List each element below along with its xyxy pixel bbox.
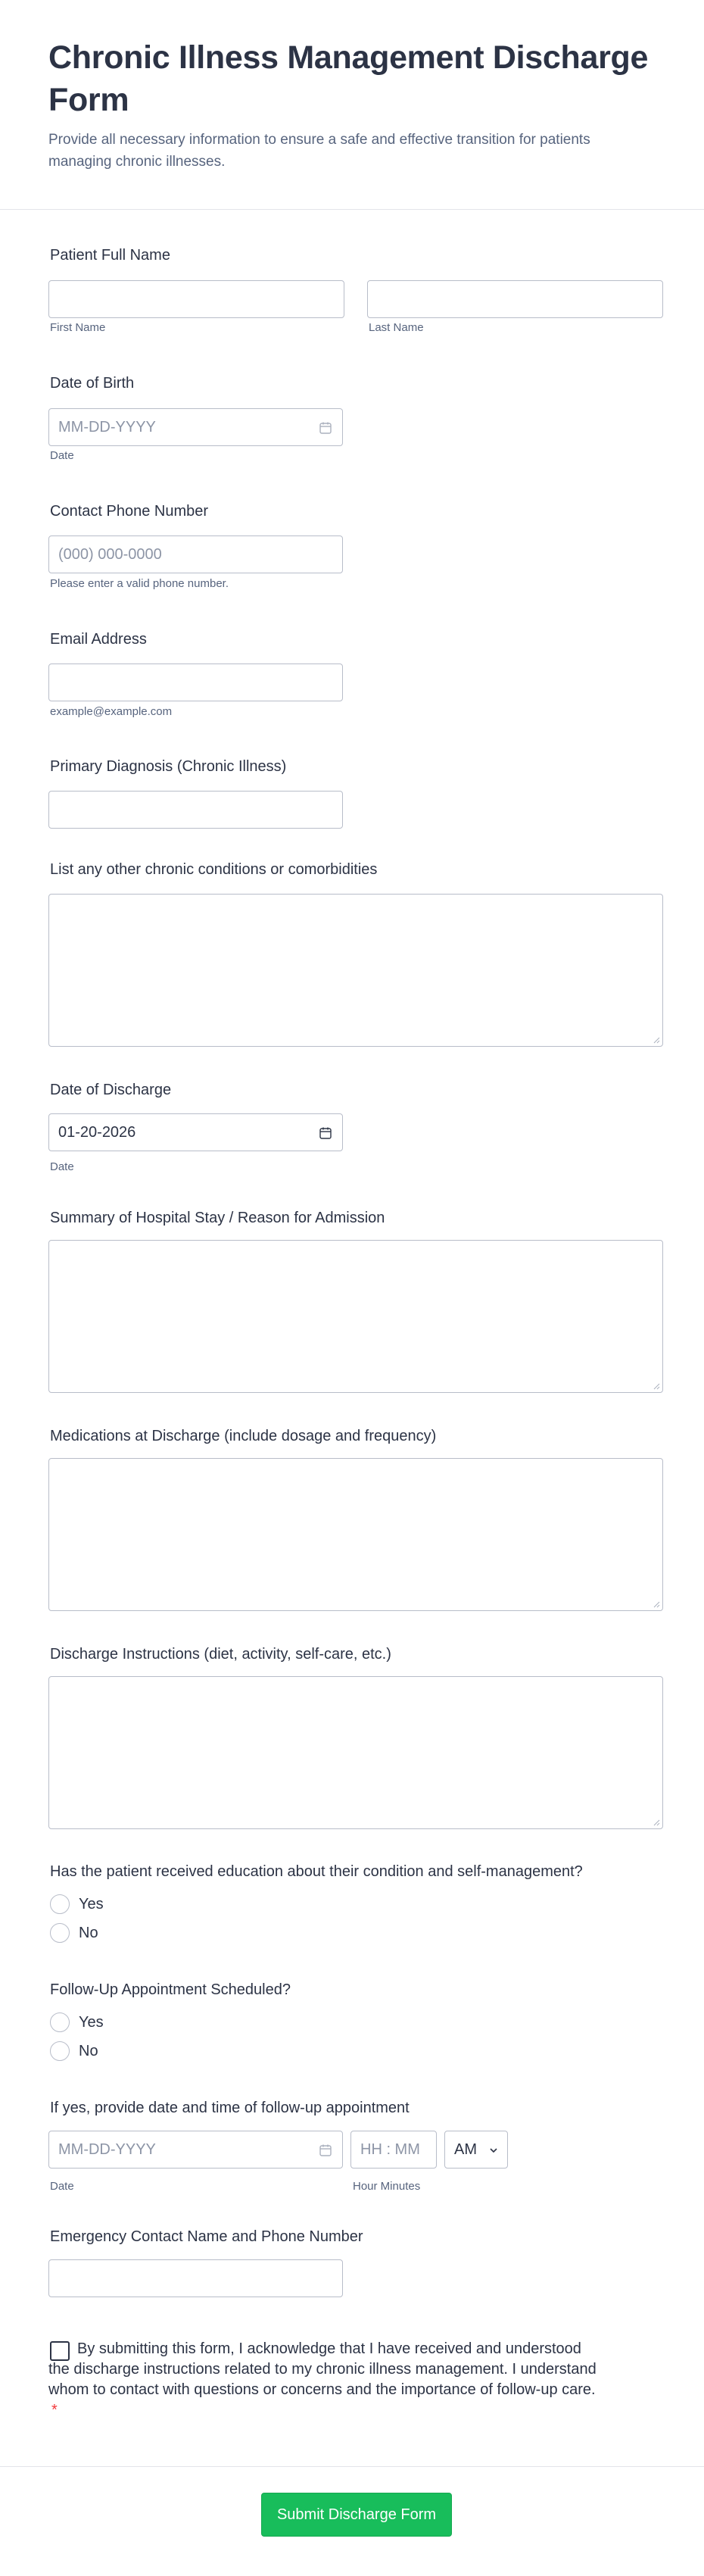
instructions-textarea[interactable] [48, 1676, 663, 1829]
calendar-icon[interactable] [318, 2143, 333, 2158]
calendar-icon[interactable] [318, 420, 333, 436]
followup-scheduled-label: Follow-Up Appointment Scheduled? [50, 1981, 291, 1998]
medications-textarea[interactable] [48, 1458, 663, 1611]
form-subtitle: Provide all necessary information to ens… [48, 132, 590, 170]
radio-label: Yes [79, 1895, 104, 1912]
followup-date-sublabel: Date [50, 2180, 74, 2193]
followup-datetime-label: If yes, provide date and time of follow-… [50, 2100, 410, 2116]
instructions-label: Discharge Instructions (diet, activity, … [50, 1646, 391, 1663]
resize-grip-icon[interactable] [653, 1600, 660, 1608]
followup-date-placeholder: MM-DD-YYYY [58, 2140, 156, 2158]
resize-grip-icon[interactable] [653, 1382, 660, 1390]
calendar-icon[interactable] [318, 1126, 333, 1141]
radio-button[interactable] [50, 2041, 70, 2061]
hospital-summary-textarea[interactable] [48, 1240, 663, 1393]
radio-button[interactable] [50, 1894, 70, 1914]
followup-time-placeholder: HH : MM [360, 2140, 420, 2158]
primary-diagnosis-label: Primary Diagnosis (Chronic Illness) [50, 758, 287, 775]
dob-placeholder: MM-DD-YYYY [58, 418, 156, 436]
ampm-value: AM [454, 2140, 477, 2158]
radio-button[interactable] [50, 1923, 70, 1943]
dob-sublabel: Date [50, 449, 74, 462]
last-name-sublabel: Last Name [369, 321, 424, 334]
comorbidities-label: List any other chronic conditions or com… [50, 861, 378, 878]
followup-date-input[interactable]: MM-DD-YYYY [48, 2131, 343, 2169]
patient-name-label: Patient Full Name [50, 247, 170, 264]
chevron-down-icon [490, 2148, 497, 2153]
email-sublabel: example@example.com [50, 705, 173, 718]
emergency-contact-input[interactable] [48, 2259, 343, 2297]
acknowledgement-text: By submitting this form, I acknowledge t… [48, 2340, 597, 2398]
patient-name-question: Patient Full Name [48, 245, 663, 265]
acknowledgement-text-block: By submitting this form, I acknowledge t… [48, 2339, 601, 2421]
discharge-date-input[interactable]: 01-20-2026 [48, 1113, 343, 1151]
hospital-summary-label: Summary of Hospital Stay / Reason for Ad… [50, 1210, 385, 1226]
phone-input[interactable]: (000) 000-0000 [48, 535, 343, 573]
ampm-select[interactable]: AM [444, 2131, 508, 2169]
phone-placeholder: (000) 000-0000 [58, 545, 162, 563]
phone-sublabel: Please enter a valid phone number. [50, 577, 229, 590]
resize-grip-icon[interactable] [653, 1036, 660, 1044]
emergency-contact-label: Emergency Contact Name and Phone Number [50, 2228, 363, 2245]
radio-button[interactable] [50, 2012, 70, 2032]
email-label: Email Address [50, 631, 147, 648]
form-header: Chronic Illness Management Discharge For… [0, 0, 704, 210]
form-title: Chronic Illness Management Discharge For… [48, 39, 649, 118]
submit-divider [0, 2466, 704, 2467]
followup-option-no[interactable]: No [48, 2037, 98, 2065]
education-option-no[interactable]: No [48, 1919, 98, 1947]
discharge-date-value: 01-20-2026 [58, 1123, 136, 1141]
radio-label: Yes [79, 2013, 104, 2031]
phone-label: Contact Phone Number [50, 503, 209, 520]
followup-option-yes[interactable]: Yes [48, 2008, 104, 2037]
primary-diagnosis-input[interactable] [48, 791, 343, 829]
radio-label: No [79, 2042, 98, 2059]
comorbidities-textarea[interactable] [48, 894, 663, 1047]
last-name-field[interactable] [367, 280, 663, 318]
required-asterisk: * [51, 2402, 58, 2418]
dob-label: Date of Birth [50, 375, 135, 392]
discharge-date-label: Date of Discharge [50, 1082, 172, 1098]
medications-label: Medications at Discharge (include dosage… [50, 1428, 437, 1444]
submit-button[interactable]: Submit Discharge Form [261, 2493, 452, 2537]
resize-grip-icon[interactable] [653, 1819, 660, 1826]
education-option-yes[interactable]: Yes [48, 1890, 104, 1919]
followup-time-sublabel: Hour Minutes [353, 2180, 421, 2193]
followup-time-input[interactable]: HH : MM [350, 2131, 437, 2169]
first-name-sublabel: First Name [50, 321, 106, 334]
education-label: Has the patient received education about… [50, 1863, 583, 1880]
dob-input[interactable]: MM-DD-YYYY [48, 408, 343, 446]
first-name-field[interactable] [48, 280, 344, 318]
radio-label: No [79, 1924, 98, 1941]
discharge-date-sublabel: Date [50, 1160, 74, 1173]
email-input[interactable] [48, 664, 343, 701]
